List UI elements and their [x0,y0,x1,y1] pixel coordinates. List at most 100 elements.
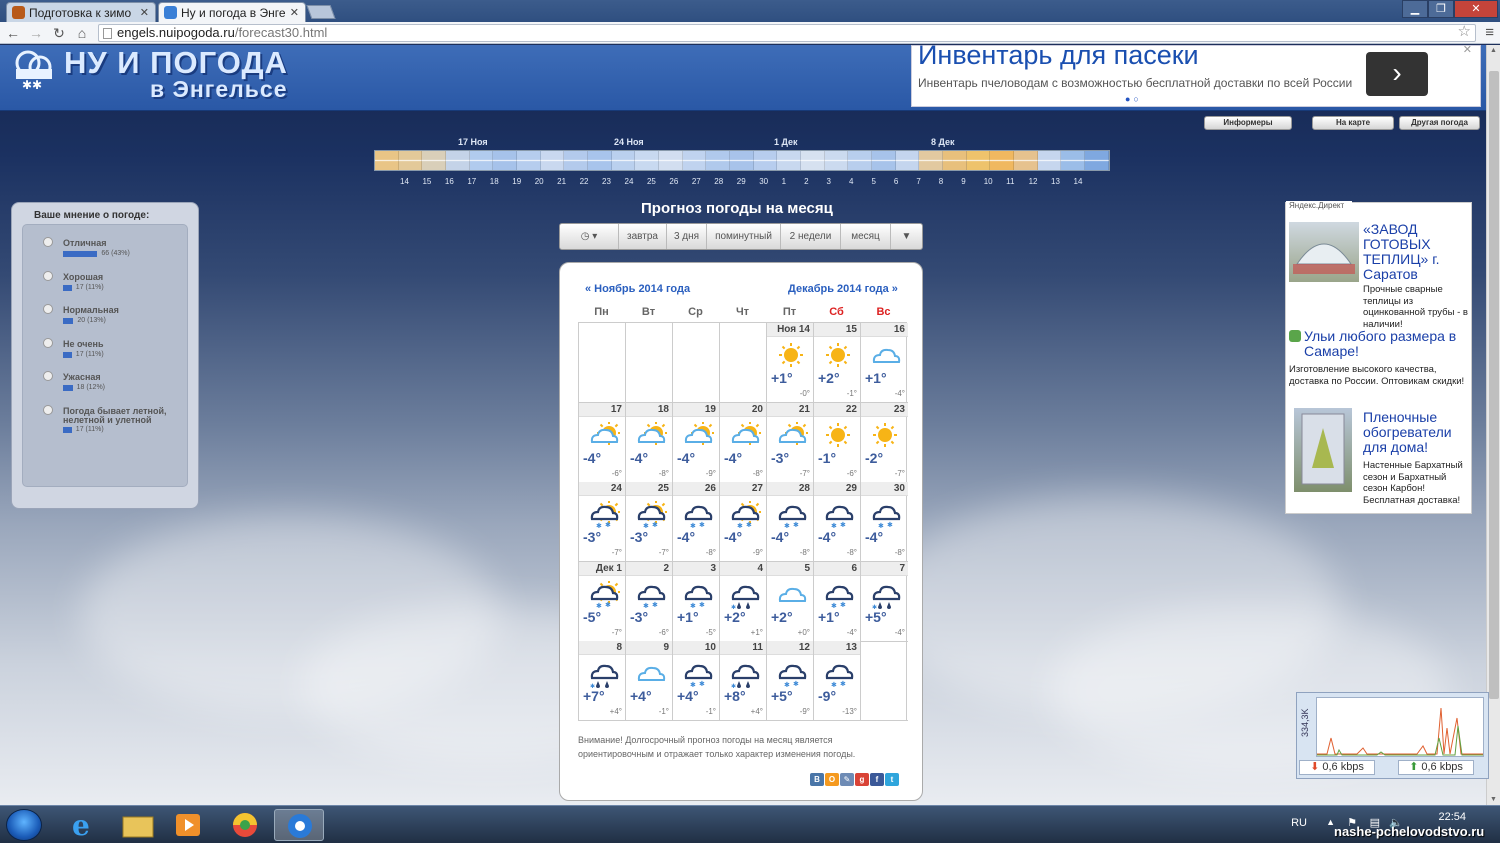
ad-3-title[interactable]: Пленочные обогреватели для дома! [1363,410,1468,455]
calendar-day-cell[interactable]: 13 ✱ ✱ -9° -13° [814,641,861,722]
address-bar[interactable]: engels.nuipogoda.ru/forecast30.html ☆ [98,24,1476,42]
chrome-taskbar-button[interactable] [274,809,324,841]
calendar-day-cell[interactable]: Дек 1 ✱ ✱ -5° -7° [579,561,626,642]
calendar-day-cell[interactable]: 12 ✱ ✱ +5° -9° [767,641,814,722]
ad-next-arrow-icon[interactable]: › [1366,52,1428,96]
calendar-day-cell[interactable]: 23 -2° -7° [861,402,908,483]
facebook-share-icon[interactable]: f [870,773,884,786]
timeline-day-segment[interactable] [943,151,967,170]
timeline-day-number[interactable]: 4 [849,177,853,186]
poll-radio[interactable] [43,371,53,381]
poll-option-label[interactable]: Погода бывает летной, нелетной и улетной [63,406,188,425]
timeline-day-number[interactable]: 14 [400,177,409,186]
calendar-day-cell[interactable]: 17 -4° -6° [579,402,626,483]
maximize-button[interactable]: ❐ [1428,0,1454,18]
timeline-day-number[interactable]: 18 [490,177,499,186]
timeline-day-number[interactable]: 7 [916,177,920,186]
informers-button[interactable]: Информеры [1204,116,1292,130]
poll-option-label[interactable]: Отличная [63,239,188,248]
timeline-day-segment[interactable] [540,151,565,170]
timeline-day-segment[interactable] [588,151,612,170]
history-clock-icon[interactable]: ◷ ▾ [560,224,618,249]
tab-2-weeks[interactable]: 2 недели [780,224,840,249]
scrollbar-thumb[interactable] [1489,71,1499,699]
timeline-day-number[interactable]: 11 [1006,177,1014,186]
timeline-day-number[interactable]: 28 [714,177,723,186]
calendar-day-cell[interactable]: Ноя 14 +1° -0° [767,323,814,403]
timeline-day-number[interactable]: 14 [1074,177,1083,186]
calendar-day-cell[interactable]: 10 ✱ ✱ +4° -1° [673,641,720,722]
timeline-temperature-bar[interactable] [374,150,1110,171]
timeline-day-number[interactable]: 6 [894,177,898,186]
timeline-day-segment[interactable] [1014,151,1038,170]
timeline-day-number[interactable]: 3 [827,177,831,186]
poll-option-label[interactable]: Не очень [63,339,188,349]
calendar-day-cell[interactable]: 7 ✱ +5° -4° [861,561,908,642]
media-player-icon[interactable] [164,809,214,841]
calendar-day-cell[interactable]: 30 ✱ ✱ -4° -8° [861,482,908,563]
timeline-day-number[interactable]: 13 [1051,177,1060,186]
poll-radio[interactable] [43,404,53,415]
bookmark-star-icon[interactable]: ☆ [1458,24,1471,40]
timeline-day-segment[interactable] [422,151,447,170]
timeline-day-segment[interactable] [730,151,754,170]
ad-banner[interactable]: Инвентарь для пасеки Инвентарь пчеловода… [911,45,1481,107]
timeline-day-segment[interactable] [777,151,802,170]
timeline-day-segment[interactable] [446,151,470,170]
calendar-day-cell[interactable]: 11 ✱ +8° +4° [720,641,767,722]
poll-radio[interactable] [43,304,53,314]
close-window-button[interactable]: ✕ [1454,0,1498,18]
ad-title[interactable]: Инвентарь для пасеки [918,45,1199,71]
calendar-day-cell[interactable]: 22 -1° -6° [814,402,861,483]
ad-2-title[interactable]: Ульи любого размера в Самаре! [1304,329,1469,359]
timeline-day-segment[interactable] [966,151,991,170]
poll-option-label[interactable]: Ужасная [63,373,188,382]
timeline-day-segment[interactable] [706,151,731,170]
timeline-day-number[interactable]: 25 [647,177,656,186]
close-tab-icon[interactable]: ✕ [140,6,149,19]
other-weather-button[interactable]: Другая погода [1399,116,1480,130]
calendar-day-cell[interactable]: 20 -4° -8° [720,402,767,483]
timeline-day-segment[interactable] [848,151,873,170]
page-scrollbar[interactable]: ▲ ▼ [1486,45,1500,805]
calendar-day-cell[interactable]: 3 ✱ ✱ +1° -5° [673,561,720,642]
timeline-day-number[interactable]: 23 [602,177,611,186]
ad-pagination-dots[interactable]: ●○ [1125,94,1142,104]
back-icon[interactable]: ← [4,24,22,42]
logo-cloud-icon[interactable]: ✱✱ [8,47,60,91]
calendar-day-cell[interactable]: 9 +4° -1° [626,641,673,722]
calendar-day-cell[interactable]: 27 ✱ ✱ -4° -9° [720,482,767,563]
language-indicator[interactable]: RU [1291,817,1307,829]
timeline-day-number[interactable]: 15 [422,177,431,186]
timeline-day-segment[interactable] [659,151,683,170]
calendar-day-cell[interactable]: 5 +2° +0° [767,561,814,642]
timeline-day-number[interactable]: 24 [625,177,634,186]
timeline-day-segment[interactable] [469,151,494,170]
timeline-day-number[interactable]: 20 [535,177,544,186]
poll-radio[interactable] [43,337,53,348]
timeline-day-segment[interactable] [824,151,849,170]
timeline-day-segment[interactable] [1037,151,1062,170]
timeline-day-number[interactable]: 12 [1029,177,1038,186]
calendar-day-cell[interactable]: 19 -4° -9° [673,402,720,483]
timeline-day-segment[interactable] [1085,151,1109,170]
poll-radio[interactable] [43,237,53,247]
calendar-day-cell[interactable]: 26 ✱ ✱ -4° -8° [673,482,720,563]
direct-label[interactable]: Яндекс.Директ [1286,201,1352,213]
start-button[interactable] [6,809,42,841]
map-button[interactable]: На карте [1312,116,1394,130]
clock[interactable]: 22:54 [1438,811,1466,823]
minimize-button[interactable]: ▁ [1402,0,1428,18]
timeline-day-number[interactable]: 8 [939,177,943,186]
reload-icon[interactable]: ↻ [50,24,68,42]
calendar-day-cell[interactable]: 6 ✱ ✱ +1° -4° [814,561,861,642]
timeline-day-segment[interactable] [753,151,778,170]
scroll-down-icon[interactable]: ▼ [1490,796,1497,803]
calendar-day-cell[interactable]: 16 +1° -4° [861,323,908,403]
file-explorer-icon[interactable] [113,809,163,841]
timeline-day-number[interactable]: 21 [557,177,566,186]
new-tab-button[interactable] [306,5,336,19]
calendar-day-cell[interactable]: 2 ✱ ✱ -3° -6° [626,561,673,642]
timeline-day-number[interactable]: 2 [804,177,808,186]
timeline-day-segment[interactable] [398,151,423,170]
